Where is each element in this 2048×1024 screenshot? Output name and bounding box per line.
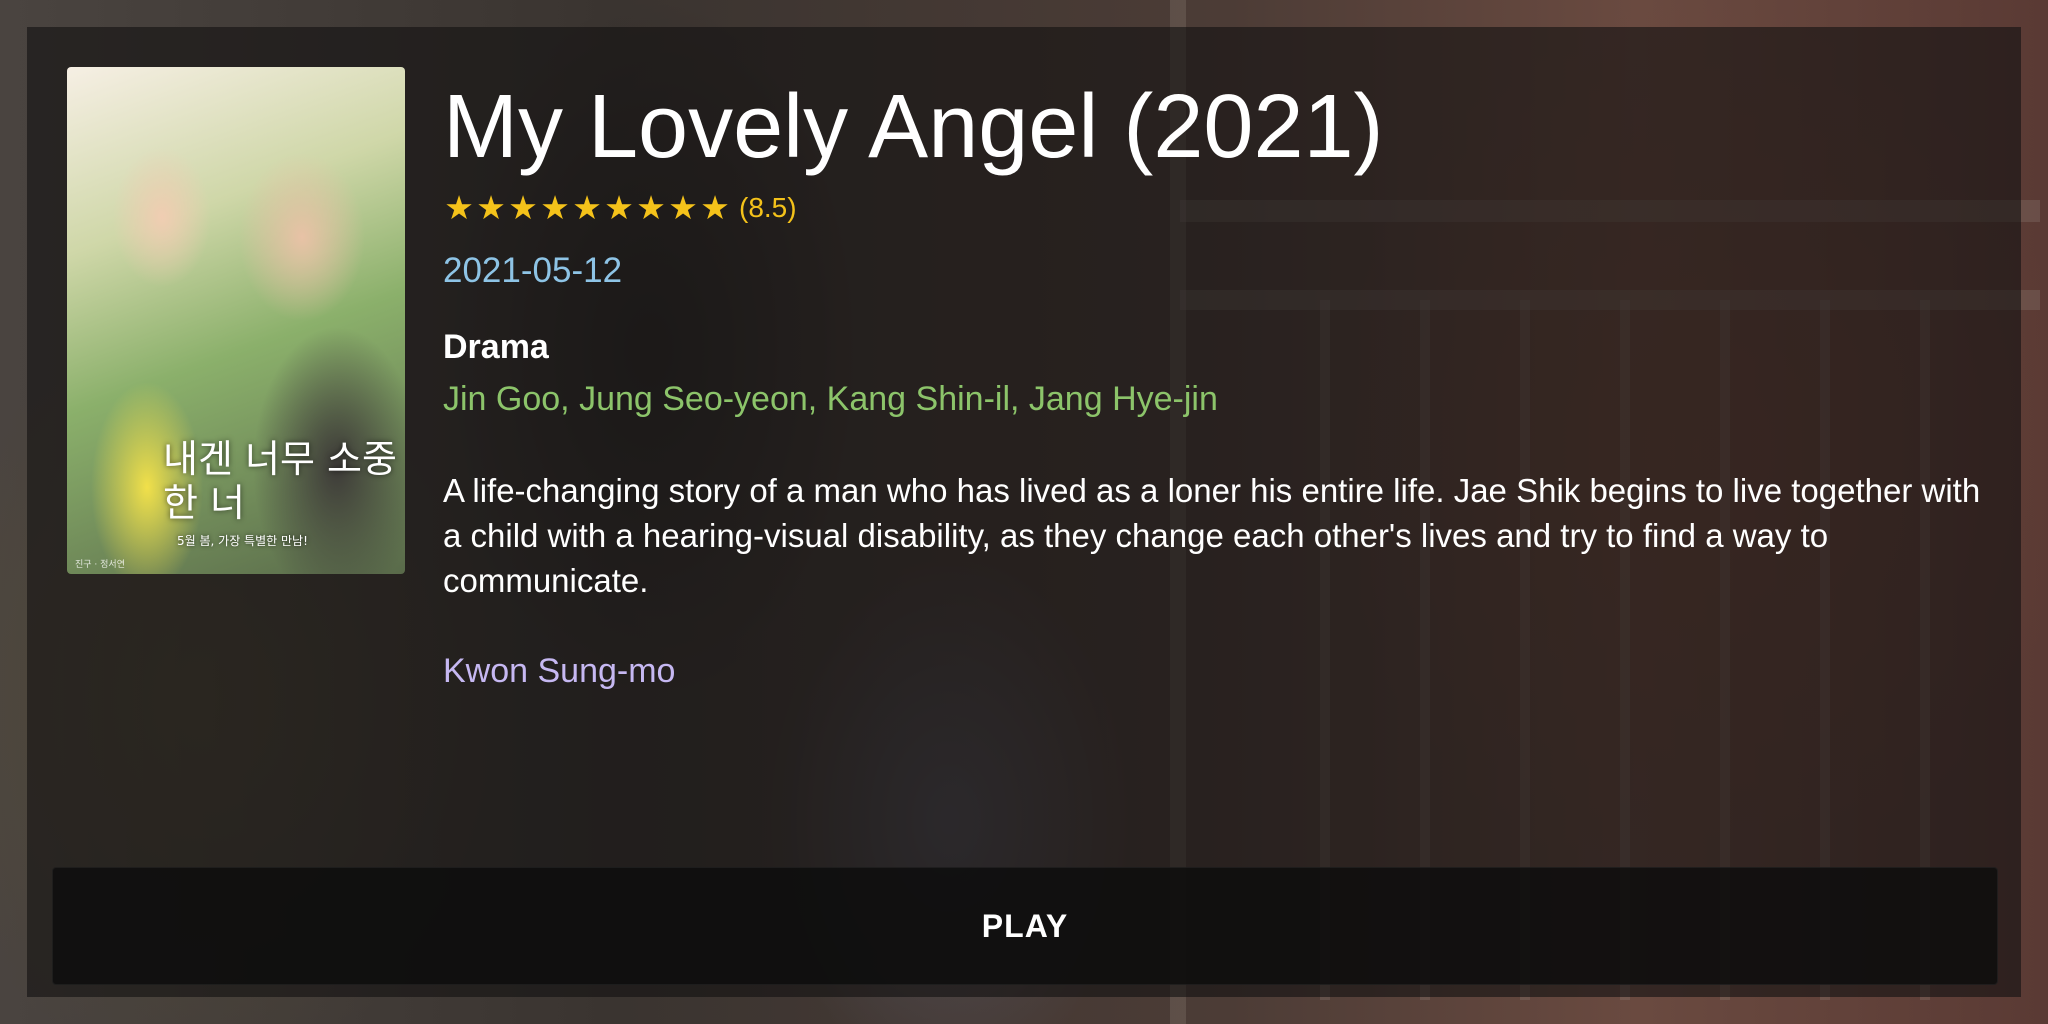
cast-list: Jin Goo, Jung Seo-yeon, Kang Shin-il, Ja…: [443, 380, 1218, 418]
movie-poster[interactable]: 내겐 너무 소중한 너 5월 봄, 가장 특별한 만남! 진구 · 정서연: [67, 67, 405, 574]
overview: A life-changing story of a man who has l…: [443, 472, 1981, 599]
director: Kwon Sung-mo: [443, 652, 676, 690]
star-icon: ★: [636, 188, 666, 227]
rating-value: (8.5): [739, 192, 797, 223]
star-icon: ★: [508, 188, 538, 227]
star-icon: ★: [444, 188, 474, 227]
poster-credit: 진구 · 정서연: [75, 560, 125, 570]
star-icon: ★: [540, 188, 570, 227]
movie-title: My Lovely Angel (2021): [443, 77, 1384, 177]
poster-title: 내겐 너무 소중한 너: [163, 437, 397, 525]
poster-tagline: 5월 봄, 가장 특별한 만남!: [177, 534, 308, 548]
star-icon: ★: [604, 188, 634, 227]
release-date: 2021-05-12: [443, 251, 623, 290]
movie-detail-screen: 내겐 너무 소중한 너 5월 봄, 가장 특별한 만남! 진구 · 정서연 My…: [0, 0, 2048, 1024]
star-icon: ★: [700, 188, 730, 227]
star-icon: ★: [668, 188, 698, 227]
rating-stars: ★ ★ ★ ★ ★ ★ ★ ★ ★: [443, 188, 731, 228]
star-icon: ★: [476, 188, 506, 227]
genre: Drama: [443, 328, 549, 366]
rating: ★ ★ ★ ★ ★ ★ ★ ★ ★ (8.5): [443, 188, 797, 228]
play-button[interactable]: PLAY: [52, 867, 1998, 985]
star-icon: ★: [572, 188, 602, 227]
